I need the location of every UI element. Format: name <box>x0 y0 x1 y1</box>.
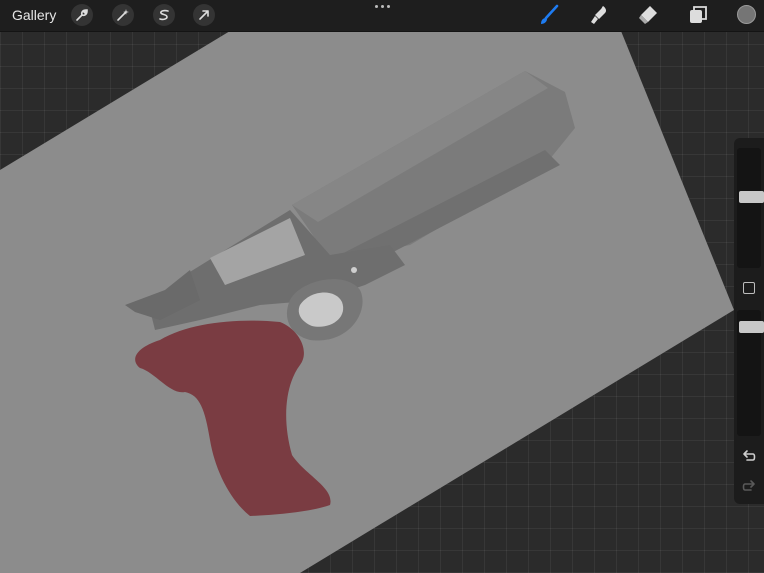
modify-button[interactable] <box>743 282 755 294</box>
eraser-icon <box>639 6 657 24</box>
actions-button[interactable] <box>71 4 93 26</box>
artboard <box>0 31 734 573</box>
brush-tool[interactable] <box>537 3 561 27</box>
color-picker-swatch[interactable] <box>737 5 756 24</box>
wrench-icon <box>76 9 88 21</box>
transform-arrow-icon <box>199 10 209 20</box>
eraser-tool[interactable] <box>636 3 660 27</box>
more-options-icon[interactable] <box>372 0 392 12</box>
opacity-thumb[interactable] <box>739 321 764 333</box>
smudge-tool[interactable] <box>587 3 611 27</box>
redo-button[interactable] <box>740 477 758 495</box>
brush-size-thumb[interactable] <box>739 191 764 203</box>
selection-s-icon <box>159 9 169 21</box>
layers-button[interactable] <box>686 3 710 27</box>
smudge-icon <box>591 6 607 24</box>
brush-icon <box>541 4 559 24</box>
top-toolbar: Gallery <box>0 0 764 32</box>
undo-icon <box>743 450 756 461</box>
opacity-slider[interactable] <box>737 310 764 436</box>
canvas[interactable] <box>0 31 764 573</box>
selection-button[interactable] <box>153 4 175 26</box>
sidebar <box>734 138 764 504</box>
adjustments-button[interactable] <box>112 4 134 26</box>
undo-button[interactable] <box>740 447 758 465</box>
gallery-button[interactable]: Gallery <box>12 6 56 24</box>
transform-button[interactable] <box>193 4 215 26</box>
layers-icon <box>690 6 707 23</box>
brush-size-slider[interactable] <box>737 148 764 268</box>
redo-icon <box>742 480 755 491</box>
magic-wand-icon <box>117 9 129 21</box>
